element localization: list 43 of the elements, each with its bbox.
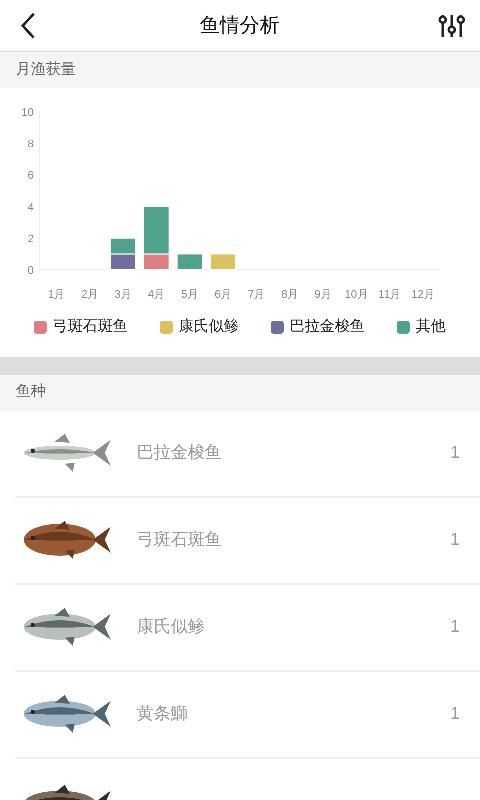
page-title: 鱼情分析: [200, 14, 280, 38]
species-row[interactable]: 康氏似鲹 1: [15, 584, 480, 672]
species-count: 1: [450, 703, 460, 726]
axis-label: 7月: [248, 289, 266, 301]
axis-label: 10月: [345, 289, 368, 301]
back-icon: [20, 12, 36, 40]
axis-label: 10: [22, 107, 34, 119]
section-header: 鱼种: [0, 374, 480, 410]
axis-label: 3月: [114, 289, 132, 301]
legend-label: 巴拉金梭鱼: [290, 317, 365, 337]
species-name: 黄条鰤: [137, 703, 189, 726]
axis-label: 5月: [181, 289, 199, 301]
bar: [110, 254, 136, 270]
species-name: 康氏似鲹: [137, 616, 206, 638]
axis-label: 6月: [214, 289, 232, 301]
bar: [210, 254, 236, 270]
species-count: 1: [450, 442, 460, 464]
axis-label: 8月: [281, 289, 299, 301]
sliders-icon: [438, 12, 466, 38]
axis-label: 0: [28, 265, 34, 277]
legend-label: 康氏似鲹: [179, 317, 239, 337]
axis-label: 4: [28, 202, 34, 214]
species-name: 巴拉金梭鱼: [137, 442, 223, 464]
species-count: 1: [450, 529, 460, 552]
legend-label: 其他: [416, 317, 446, 337]
axis-label: 9月: [314, 289, 332, 301]
axis-label: 6: [28, 170, 34, 182]
species-name: 弓斑石斑鱼: [137, 529, 223, 552]
species-row[interactable]: 黄条鰤 1: [15, 672, 480, 758]
species-row[interactable]: 弓斑石斑鱼 1: [15, 498, 480, 584]
axis-label: 2月: [81, 289, 99, 301]
legend-label: 弓斑石斑鱼: [53, 317, 128, 337]
bar: [176, 254, 204, 270]
section-header: 月渔获量: [0, 52, 480, 88]
species-row[interactable]: 巴拉金梭鱼 1: [15, 410, 480, 498]
axis-label: 1月: [48, 289, 66, 301]
axis-label: 4月: [148, 289, 166, 301]
axis-label: 8: [28, 138, 34, 151]
axis-label: 11月: [378, 289, 402, 301]
bar: [110, 238, 136, 255]
species-count: 1: [450, 616, 460, 638]
axis-label: 2: [28, 233, 34, 246]
axis-label: 12月: [412, 289, 435, 301]
